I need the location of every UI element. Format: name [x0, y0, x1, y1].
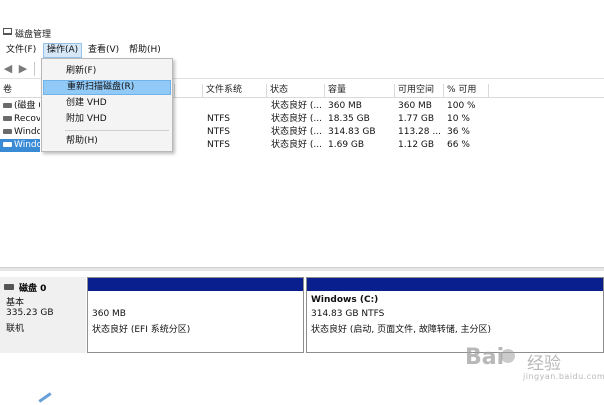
cell-capacity: 1.69 GB [328, 140, 365, 150]
arrow-left-icon[interactable]: ◀ [2, 63, 14, 75]
cell-free-space: 1.77 GB [398, 114, 435, 124]
cell-free-space: 1.12 GB [398, 140, 435, 150]
menu-help[interactable]: 帮助(H) [126, 43, 164, 58]
volume-icon [3, 142, 12, 147]
menu-item-create-vhd[interactable]: 创建 VHD [43, 96, 171, 111]
cell-status: 状态良好 (... [271, 127, 322, 137]
menu-separator [65, 130, 169, 131]
menu-item-attach-vhd[interactable]: 附加 VHD [43, 112, 171, 127]
watermark-url: jingyan.baidu.com [523, 372, 604, 381]
cell-filesystem: NTFS [207, 140, 230, 150]
watermark-text: 经验 [527, 354, 561, 374]
partition-bar [88, 278, 303, 291]
column-type[interactable] [175, 84, 203, 97]
cell-percent-free: 10 % [447, 114, 470, 124]
column-capacity[interactable]: 容量 [325, 84, 395, 97]
cell-capacity: 314.83 GB [328, 127, 376, 137]
cell-filesystem [204, 100, 264, 113]
partition-status: 状态良好 (启动, 页面文件, 故障转储, 主分区) [311, 325, 492, 335]
cursor-edge-icon [38, 392, 52, 403]
pane-splitter[interactable] [0, 267, 604, 271]
partition-windows-c[interactable]: Windows (C:) 314.83 GB NTFS 状态良好 (启动, 页面… [306, 277, 604, 353]
menu-item-rescan-disks[interactable]: 重新扫描磁盘(R) [43, 80, 171, 95]
arrow-right-icon[interactable]: ▶ [17, 63, 29, 75]
cell-status: 状态良好 (... [271, 140, 322, 150]
title-bar: 磁盘管理 [0, 24, 604, 40]
disk-type: 基本 [6, 298, 25, 308]
cell-capacity: 360 MB [328, 101, 362, 111]
disk-icon [4, 284, 14, 290]
partition-title: Windows (C:) [311, 295, 379, 305]
cell-filesystem: NTFS [207, 127, 230, 137]
disk-state: 联机 [6, 324, 25, 334]
volume-icon [3, 116, 12, 121]
column-free-space[interactable]: 可用空间 [395, 84, 444, 97]
column-status[interactable]: 状态 [267, 84, 325, 97]
volume-icon [3, 129, 12, 134]
cell-free-space: 360 MB [398, 101, 432, 111]
column-filesystem[interactable]: 文件系统 [203, 84, 267, 97]
disk-info-panel[interactable]: 磁盘 0 基本 335.23 GB 联机 [0, 277, 86, 353]
cell-volume: Recovery [0, 113, 40, 126]
window-title: 磁盘管理 [15, 30, 52, 40]
cell-volume: Windows (C:) [0, 126, 40, 139]
partition-status: 状态良好 (EFI 系统分区) [92, 325, 191, 335]
cell-status: 状态良好 (... [271, 114, 322, 124]
watermark-logo: Bai [465, 345, 505, 370]
partition-efi[interactable]: 360 MB 状态良好 (EFI 系统分区) [87, 277, 304, 353]
menu-action[interactable]: 操作(A) [43, 43, 83, 58]
action-menu: 刷新(F) 重新扫描磁盘(R) 创建 VHD 附加 VHD 帮助(H) [41, 58, 173, 152]
paw-icon [501, 349, 515, 363]
disk-size: 335.23 GB [6, 308, 54, 318]
disk-name: 磁盘 0 [19, 284, 47, 294]
column-percent-free[interactable]: % 可用 [444, 84, 489, 97]
partition-size: 360 MB [92, 309, 126, 319]
menu-file[interactable]: 文件(F) [3, 43, 39, 58]
partition-size: 314.83 GB NTFS [311, 309, 385, 319]
cell-percent-free: 100 % [447, 101, 476, 111]
menu-view[interactable]: 查看(V) [85, 43, 122, 58]
cell-volume: (磁盘 0 磁盘分区 1) [0, 100, 40, 113]
cell-status: 状态良好 (... [271, 101, 322, 111]
volume-icon [3, 103, 12, 108]
cell-filesystem: NTFS [207, 114, 230, 124]
cell-free-space: 113.28 ... [398, 127, 441, 137]
menu-item-help[interactable]: 帮助(H) [43, 134, 171, 149]
baidu-watermark: Bai 经验 jingyan.baidu.com [465, 345, 604, 385]
cell-percent-free: 36 % [447, 127, 470, 137]
partition-bar [307, 278, 603, 291]
toolbar-divider [34, 62, 35, 76]
cell-capacity: 18.35 GB [328, 114, 370, 124]
menu-item-refresh[interactable]: 刷新(F) [43, 64, 171, 79]
cell-percent-free: 66 % [447, 140, 470, 150]
disk-management-icon [3, 28, 12, 35]
cell-volume: Windows RE tools [0, 139, 40, 152]
menu-bar: 文件(F) 操作(A) 查看(V) 帮助(H) [0, 43, 604, 58]
